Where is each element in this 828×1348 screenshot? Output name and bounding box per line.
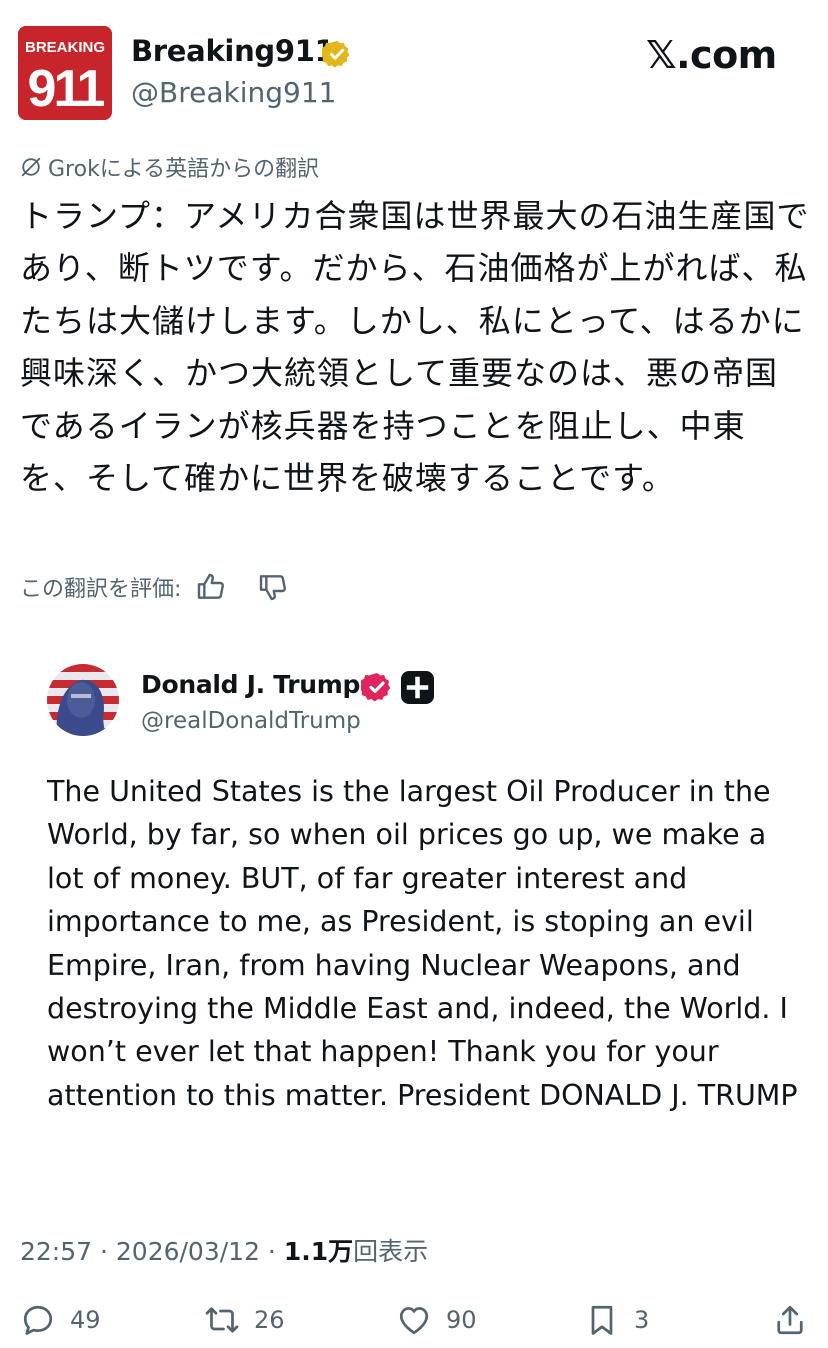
repost-count: 26 [254,1306,285,1334]
grok-icon [21,157,41,177]
bookmark-button[interactable]: 3 [584,1300,649,1340]
author-name[interactable]: Breaking911 [131,34,335,68]
translated-text: トランプ：アメリカ合衆国は世界最大の石油生産国であり、断トツです。だから、石油価… [20,197,810,498]
repost-button[interactable]: 26 [204,1300,285,1340]
like-button[interactable]: 90 [396,1300,477,1340]
reply-button[interactable]: 49 [20,1300,101,1340]
verified-gold-badge-icon [322,40,350,68]
translation-header: Grokによる英語からの翻訳 [20,151,319,183]
rate-label: この翻訳を評価: [20,577,182,602]
quoted-author-name[interactable]: Donald J. Trump [141,670,360,699]
rate-translation: この翻訳を評価: [20,571,289,603]
post-date[interactable]: 2026/03/12 [116,1237,260,1266]
meta-separator: · [92,1237,116,1266]
truth-social-plus-icon [401,671,434,704]
share-icon [777,1305,803,1335]
views-label: 回表示 [353,1237,429,1266]
heart-icon [399,1307,429,1335]
reply-icon [23,1305,53,1335]
post-time[interactable]: 22:57 [20,1237,92,1266]
views-count: 1.1万 [283,1237,354,1266]
like-count: 90 [446,1306,477,1334]
quoted-post-body: The United States is the largest Oil Pro… [47,775,798,1112]
quoted-author-avatar[interactable] [47,664,119,736]
avatar-top-text: BREAKING [25,39,105,56]
quoted-author-handle[interactable]: @realDonaldTrump [141,708,361,734]
repost-icon [205,1307,239,1333]
thumbs-up-icon[interactable] [195,571,227,603]
meta-separator: · [259,1237,284,1266]
site-label: 𝕏.com [646,33,777,77]
reply-count: 49 [70,1306,101,1334]
share-button[interactable] [772,1300,808,1340]
avatar-big-text: 911 [28,60,105,118]
post-meta: 22:57 · 2026/03/12 · 1.1万回表示 [20,1232,428,1268]
bookmark-count: 3 [634,1306,650,1334]
thumbs-down-icon[interactable] [257,571,289,603]
bookmark-icon [591,1305,613,1335]
author-handle[interactable]: @Breaking911 [131,76,336,109]
author-avatar[interactable]: BREAKING 911 [18,26,112,120]
verified-badge-icon [361,673,391,702]
translation-header-text: Grokによる英語からの翻訳 [48,157,320,182]
